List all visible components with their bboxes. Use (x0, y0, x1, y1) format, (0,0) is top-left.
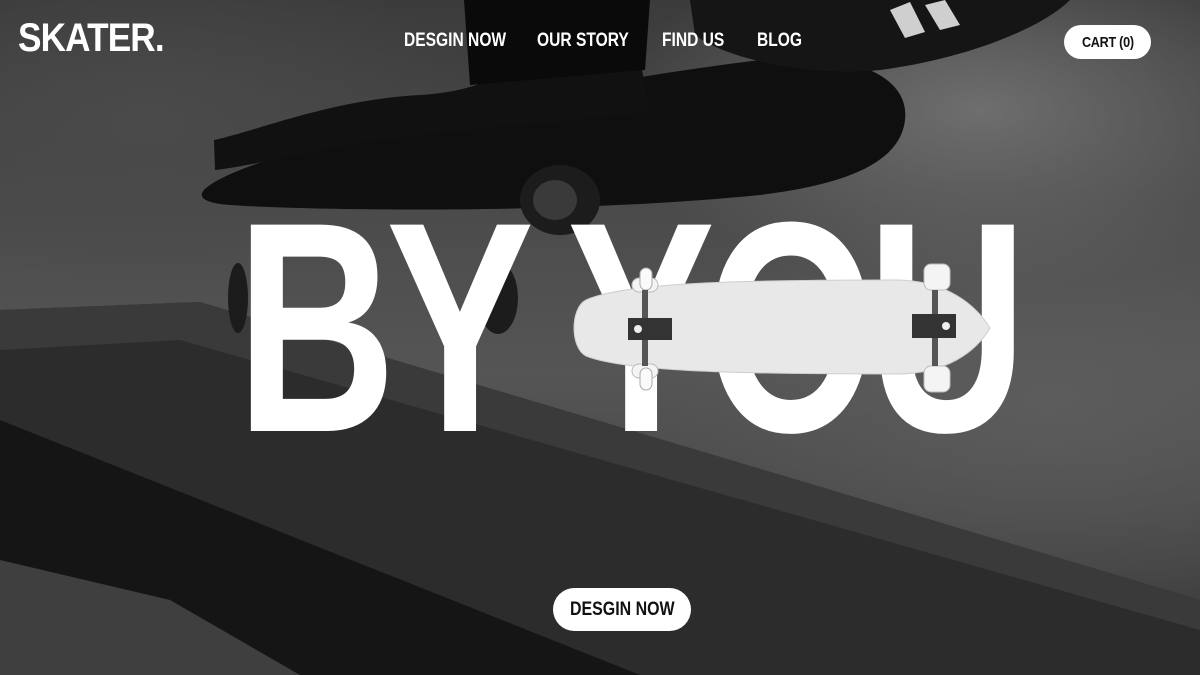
nav-link-find-us[interactable]: FIND US (662, 30, 724, 52)
nav-link-blog[interactable]: BLOG (757, 30, 802, 52)
cart-label: CART (0) (1081, 33, 1134, 51)
brand-logo[interactable]: SKATER. (18, 18, 165, 58)
nav-link-our-story[interactable]: OUR STORY (537, 30, 629, 52)
cart-button[interactable]: CART (0) (1064, 25, 1151, 59)
hero-stage: SKATER. DESGIN NOW OUR STORY FIND US BLO… (0, 0, 1200, 675)
longboard-image (573, 263, 991, 393)
site-header: SKATER. DESGIN NOW OUR STORY FIND US BLO… (0, 0, 1200, 84)
cta-label: DESGIN NOW (569, 598, 675, 620)
nav-link-design-now[interactable]: DESGIN NOW (404, 30, 506, 52)
design-now-cta-button[interactable]: DESGIN NOW (553, 588, 691, 631)
